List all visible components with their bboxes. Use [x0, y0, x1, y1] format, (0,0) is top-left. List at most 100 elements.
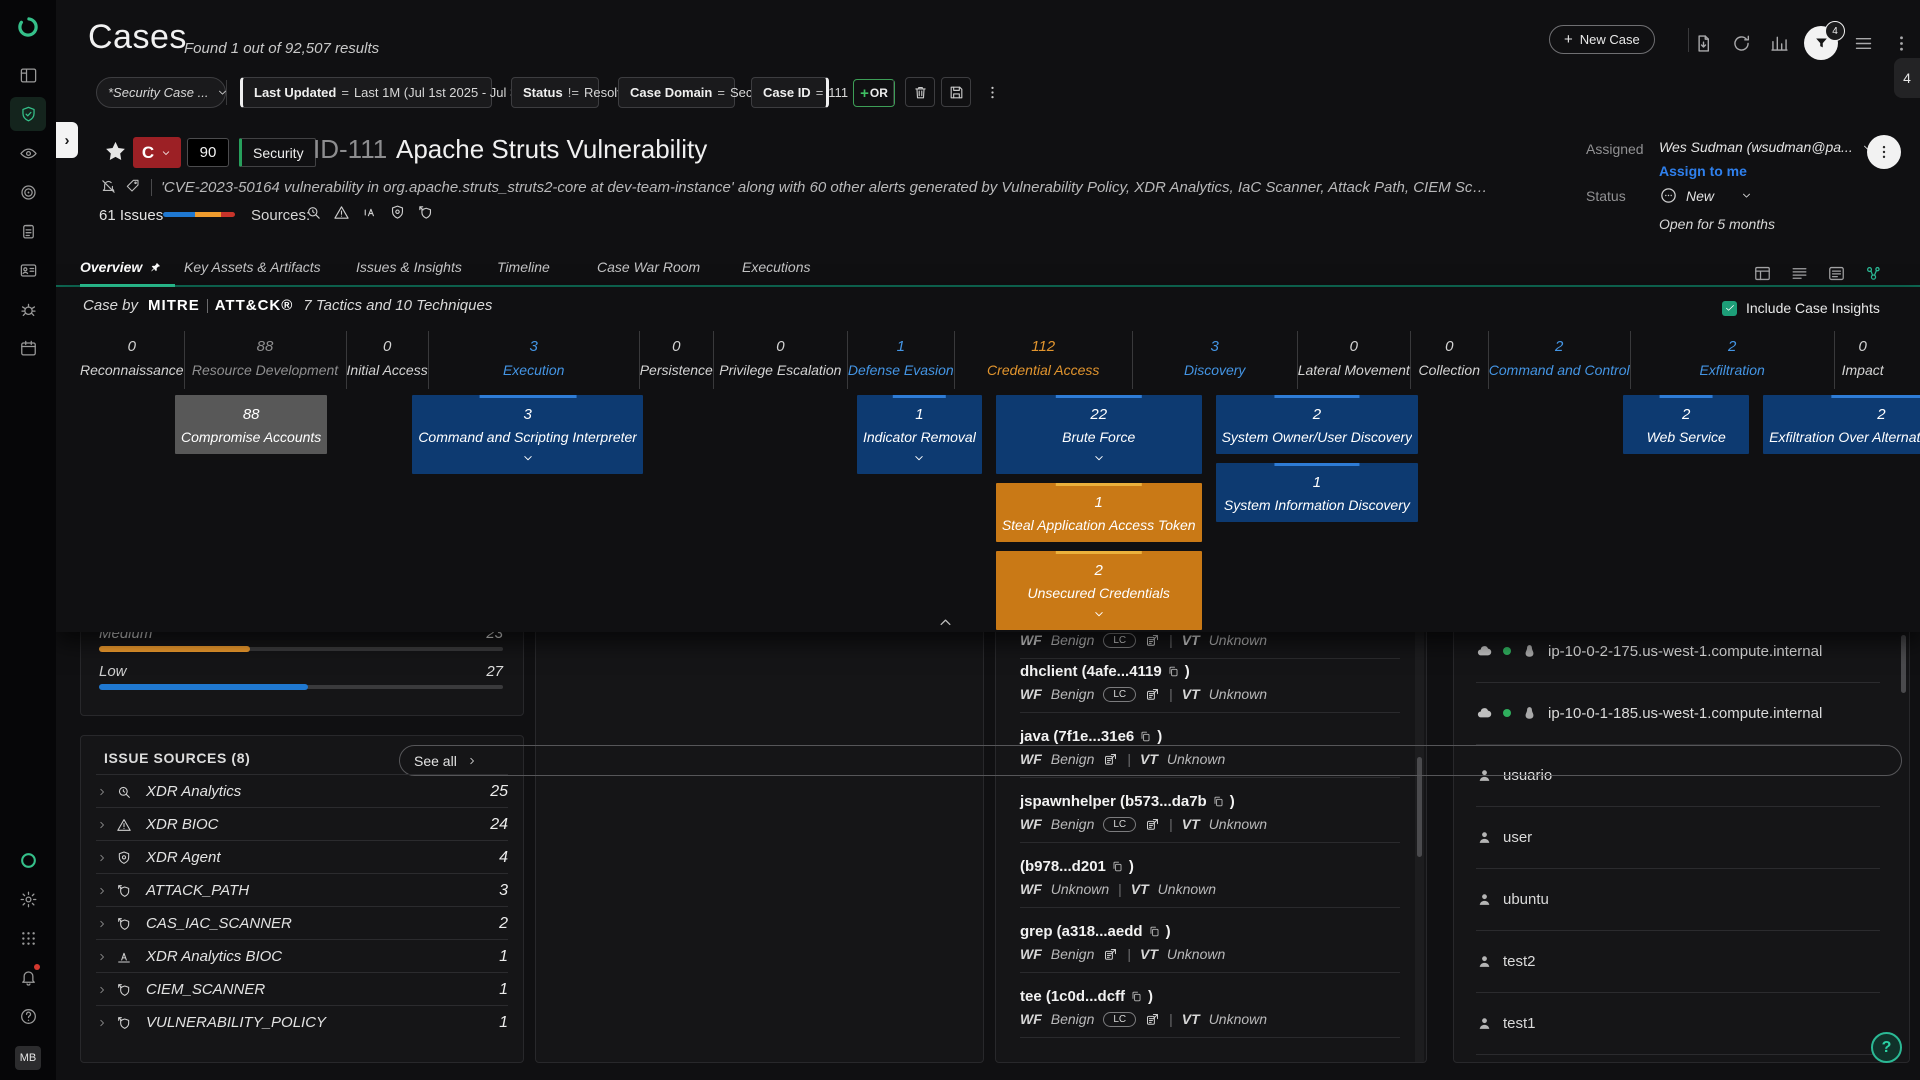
issue-source-row[interactable]: XDR Agent4: [96, 840, 508, 874]
copy-icon[interactable]: [1111, 860, 1124, 873]
delete-filter-button[interactable]: [905, 77, 935, 107]
expand-chevron-icon[interactable]: [1002, 607, 1196, 621]
filter-pill[interactable]: Status!=Resolved: [511, 77, 599, 108]
tab-issues-insights[interactable]: Issues & Insights: [356, 259, 462, 275]
chevron-right-icon[interactable]: [96, 819, 116, 831]
sidebar-item-apps-icon[interactable]: [10, 921, 46, 955]
user-row[interactable]: test2: [1476, 930, 1880, 993]
tactic-persistence[interactable]: 0Persistence: [640, 331, 714, 389]
expand-chevron-icon[interactable]: [863, 451, 976, 465]
technique-exfiltration-over-alternative-protocol[interactable]: 2Exfiltration Over Alternative Protocol: [1763, 395, 1920, 454]
sidebar-item-gallery-icon[interactable]: [10, 331, 46, 365]
tab-executions[interactable]: Executions: [742, 259, 810, 275]
filter-more-button[interactable]: [977, 77, 1007, 107]
filter-pill[interactable]: Case ID=111: [751, 77, 829, 108]
save-filter-button[interactable]: [941, 77, 971, 107]
sidebar-item-detection-icon[interactable]: [10, 175, 46, 209]
chart-icon[interactable]: [1766, 30, 1792, 56]
tactic-defense-evasion[interactable]: 1Defense Evasion: [848, 331, 955, 389]
notification-off-icon[interactable]: [100, 178, 117, 195]
issue-source-row[interactable]: CIEM_SCANNER1: [96, 972, 508, 1006]
filter-preset-dropdown[interactable]: *Security Case ...: [96, 77, 226, 108]
share-icon[interactable]: [1145, 1012, 1160, 1027]
technique-system-information-discovery[interactable]: 1System Information Discovery: [1216, 463, 1419, 522]
assignee-value[interactable]: Wes Sudman (wsudman@pa...: [1659, 139, 1895, 155]
chevron-right-icon[interactable]: [96, 1017, 116, 1029]
technique-brute-force[interactable]: 22Brute Force: [996, 395, 1202, 474]
severity-badge[interactable]: C: [133, 137, 181, 168]
case-more-button[interactable]: [1867, 135, 1901, 169]
share-icon[interactable]: [1145, 633, 1160, 648]
kebab-icon[interactable]: [1888, 30, 1914, 56]
share-icon[interactable]: [1145, 687, 1160, 702]
assign-to-me-link[interactable]: Assign to me: [1659, 163, 1747, 179]
process-entry[interactable]: (b978...d201)WFUnknown|VTUnknown: [1020, 858, 1400, 908]
tag-icon[interactable]: [125, 178, 141, 194]
card-view-icon[interactable]: [1826, 263, 1846, 283]
technique-compromise-accounts[interactable]: 88Compromise Accounts: [175, 395, 327, 454]
expand-panel-handle[interactable]: ›: [56, 122, 78, 158]
sidebar-item-visibility-icon[interactable]: [10, 136, 46, 170]
copy-icon[interactable]: [1148, 925, 1161, 938]
tactic-resource-development[interactable]: 88Resource Development: [185, 331, 347, 389]
process-entry[interactable]: dhclient (4afe...4119)WFBenignLC|VTUnkno…: [1020, 663, 1400, 713]
copy-icon[interactable]: [1139, 730, 1152, 743]
table-view-icon[interactable]: [1752, 263, 1772, 283]
sidebar-item-settings-icon[interactable]: [10, 882, 46, 916]
process-entry[interactable]: tee (1c0d...dcff)WFBenignLC|VTUnknown: [1020, 988, 1400, 1038]
technique-unsecured-credentials[interactable]: 2Unsecured Credentials: [996, 551, 1202, 630]
refresh-icon[interactable]: [1728, 30, 1754, 56]
chevron-right-icon[interactable]: [96, 951, 116, 963]
issue-source-row[interactable]: VULNERABILITY_POLICY1: [96, 1005, 508, 1039]
tactic-credential-access[interactable]: 112Credential Access: [955, 331, 1133, 389]
issue-source-row[interactable]: XDR Analytics25: [96, 774, 508, 808]
see-all-button[interactable]: See all: [399, 745, 1902, 776]
copy-icon[interactable]: [1167, 665, 1180, 678]
tactic-exfiltration[interactable]: 2Exfiltration: [1631, 331, 1835, 389]
chevron-right-icon[interactable]: [96, 918, 116, 930]
chevron-right-icon[interactable]: [96, 885, 116, 897]
filter-pill[interactable]: Case Domain=Security: [618, 77, 735, 108]
status-select[interactable]: New: [1659, 186, 1753, 205]
tab-timeline[interactable]: Timeline: [497, 259, 550, 275]
tactic-execution[interactable]: 3Execution: [429, 331, 640, 389]
shieldTarget-source-icon[interactable]: [389, 204, 406, 221]
sidebar-item-threat-intel-icon[interactable]: [10, 292, 46, 326]
lc-badge[interactable]: LC: [1103, 1012, 1136, 1027]
graph-view-icon[interactable]: [1863, 263, 1883, 283]
chevron-right-icon[interactable]: [96, 786, 116, 798]
lc-badge[interactable]: LC: [1103, 633, 1136, 648]
star-icon[interactable]: [103, 139, 128, 164]
copy-icon[interactable]: [1212, 795, 1225, 808]
user-row[interactable]: ubuntu: [1476, 868, 1880, 931]
shieldArrows-source-icon[interactable]: [417, 204, 434, 221]
filter-pill[interactable]: Last Updated=Last 1M (Jul 1st 2025 - Jul…: [240, 77, 492, 108]
issue-source-row[interactable]: XDR Analytics BIOC1: [96, 939, 508, 973]
lc-badge[interactable]: LC: [1103, 687, 1136, 702]
tactic-lateral-movement[interactable]: 0Lateral Movement: [1298, 331, 1411, 389]
sidebar-item-dashboards-icon[interactable]: [10, 58, 46, 92]
list-view-icon[interactable]: [1789, 263, 1809, 283]
chevron-right-icon[interactable]: [96, 984, 116, 996]
tab-overview[interactable]: Overview: [80, 259, 162, 275]
sidebar-item-notifications-icon[interactable]: [10, 960, 46, 994]
sidebar-item-reports-icon[interactable]: [10, 214, 46, 248]
process-entry[interactable]: grep (a318...aedd)WFBenign|VTUnknown: [1020, 923, 1400, 973]
tactic-command-and-control[interactable]: 2Command and Control: [1489, 331, 1631, 389]
filter-results-button[interactable]: 4: [1804, 26, 1838, 60]
include-case-insights-toggle[interactable]: Include Case Insights: [1722, 300, 1880, 316]
checkbox-checked-icon[interactable]: [1722, 301, 1737, 316]
host-row[interactable]: ip-10-0-1-185.us-west-1.compute.internal: [1476, 682, 1880, 745]
warning-source-icon[interactable]: [333, 204, 350, 221]
technique-steal-application-access-token[interactable]: 1Steal Application Access Token: [996, 483, 1202, 542]
tactic-reconnaissance[interactable]: 0Reconnaissance: [80, 331, 185, 389]
tactic-collection[interactable]: 0Collection: [1411, 331, 1489, 389]
lc-badge[interactable]: LC: [1103, 817, 1136, 832]
sidebar-item-help-icon[interactable]: [10, 999, 46, 1033]
letterA-source-icon[interactable]: [361, 204, 378, 221]
technique-command-and-scripting-interpreter[interactable]: 3Command and Scripting Interpreter: [412, 395, 643, 474]
tactic-privilege-escalation[interactable]: 0Privilege Escalation: [714, 331, 848, 389]
copy-icon[interactable]: [1130, 990, 1143, 1003]
user-row[interactable]: test1: [1476, 992, 1880, 1055]
issue-source-row[interactable]: CAS_IAC_SCANNER2: [96, 906, 508, 940]
